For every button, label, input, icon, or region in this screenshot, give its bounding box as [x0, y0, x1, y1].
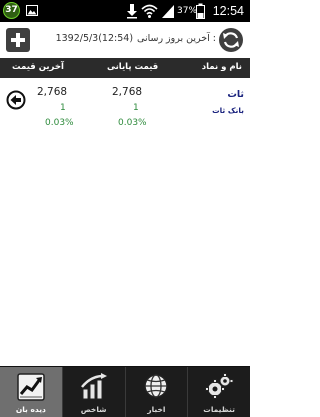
list-item[interactable]: 2,768 1 0.03% 2,768 1 0.03% ثات بانک ثات	[0, 78, 250, 138]
gears-icon	[205, 373, 234, 399]
bar-chart-icon	[80, 373, 107, 400]
tab-index[interactable]: شاخص	[63, 367, 126, 417]
tab-settings[interactable]: تنظیمات	[188, 367, 250, 417]
last-update-value: 1392/5/3(12:54)	[55, 33, 134, 44]
column-final-price[interactable]: قیمت پایانی	[107, 62, 158, 72]
clock: 12:54	[212, 4, 244, 18]
last-update-info: آخرین بروز رسانی : 1392/5/3(12:54)	[40, 33, 216, 47]
tab-watchlist[interactable]: دیده بان	[0, 367, 63, 417]
column-last-price[interactable]: آخرین قیمت	[12, 62, 64, 72]
tab-settings-label: تنظیمات	[203, 405, 235, 414]
tab-news[interactable]: اخبار	[126, 367, 189, 417]
wifi-icon	[141, 4, 158, 18]
column-name-symbol[interactable]: نام و نماد	[202, 62, 242, 72]
tab-watchlist-label: دیده بان	[15, 405, 46, 414]
last-price-value: 2,768	[37, 86, 68, 98]
notification-count: 37	[5, 5, 18, 15]
chart-line-icon	[17, 373, 45, 401]
signal-icon	[162, 5, 174, 18]
arrow-left-icon[interactable]	[6, 90, 26, 110]
image-icon	[26, 5, 38, 16]
add-button[interactable]	[6, 28, 30, 52]
last-price-change: 1	[60, 103, 66, 113]
last-update-label: آخرین بروز رسانی :	[137, 33, 216, 44]
tab-news-label: اخبار	[147, 405, 166, 414]
bottom-tab-bar: دیده بان شاخص اخبار تنظیمات	[0, 366, 250, 417]
battery-percent: 37%	[177, 6, 198, 16]
final-price-percent: 0.03%	[118, 118, 147, 128]
app-header: آخرین بروز رسانی : 1392/5/3(12:54)	[0, 22, 250, 58]
final-price-value: 2,768	[112, 86, 143, 98]
battery-icon	[196, 3, 205, 19]
last-price-percent: 0.03%	[45, 118, 74, 128]
final-price-change: 1	[133, 103, 139, 113]
status-bar: 37 37% 12:54	[0, 0, 250, 22]
symbol-name: ثات	[227, 89, 244, 100]
tab-index-label: شاخص	[80, 405, 107, 414]
globe-icon	[144, 374, 169, 398]
column-header-bar: نام و نماد قیمت پایانی آخرین قیمت	[0, 58, 250, 78]
notification-badge-icon: 37	[3, 2, 20, 19]
refresh-button[interactable]	[218, 27, 244, 53]
symbol-full-name: بانک ثات	[212, 106, 244, 115]
download-icon	[127, 4, 137, 19]
